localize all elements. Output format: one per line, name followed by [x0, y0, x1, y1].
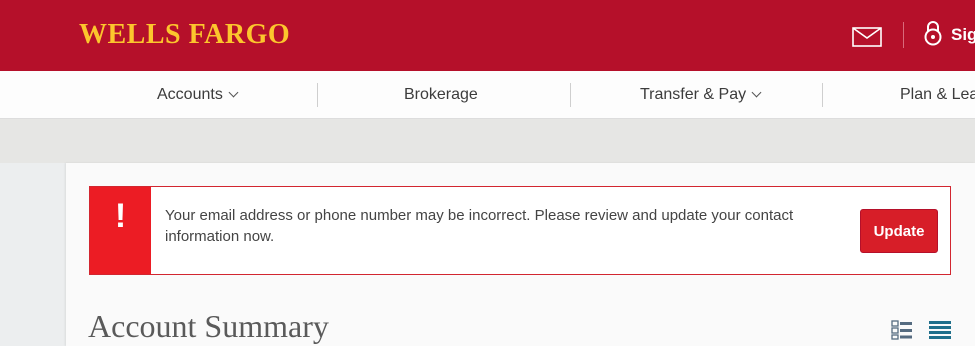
list-view-icon[interactable] — [891, 320, 913, 340]
nav-item-label: Brokerage — [404, 86, 478, 103]
update-button[interactable]: Update — [860, 209, 938, 253]
mail-icon[interactable] — [852, 27, 882, 47]
nav-item-transfer-pay[interactable]: Transfer & Pay — [640, 86, 762, 104]
exclamation-icon: ! — [114, 197, 127, 235]
sign-on-link[interactable]: Sig — [951, 25, 975, 45]
alert-message: Your email address or phone number may b… — [165, 207, 794, 245]
nav-item-accounts[interactable]: Accounts — [157, 86, 239, 104]
nav-divider — [570, 83, 571, 107]
left-gutter — [0, 163, 66, 346]
nav-divider — [822, 83, 823, 107]
nav-item-label: Accounts — [157, 86, 223, 103]
site-header: WELLS FARGO Sig — [0, 0, 975, 71]
chevron-down-icon — [228, 87, 239, 98]
wells-fargo-logo[interactable]: WELLS FARGO — [79, 19, 290, 51]
nav-item-label: Plan & Lea — [900, 86, 975, 103]
lock-icon — [924, 21, 942, 46]
page-title: Account Summary — [88, 308, 329, 344]
nav-item-plan-learn[interactable]: Plan & Lea — [900, 86, 975, 104]
chevron-down-icon — [751, 87, 762, 98]
compact-view-icon[interactable] — [929, 320, 951, 340]
alert-accent: ! — [90, 187, 151, 274]
nav-divider — [317, 83, 318, 107]
contact-info-alert: ! Your email address or phone number may… — [89, 186, 951, 275]
main-nav: Accounts Brokerage Transfer & Pay Plan &… — [0, 71, 975, 119]
nav-item-brokerage[interactable]: Brokerage — [404, 86, 478, 104]
nav-item-label: Transfer & Pay — [640, 86, 747, 103]
header-divider — [903, 22, 904, 48]
sub-nav-bar — [0, 119, 975, 163]
